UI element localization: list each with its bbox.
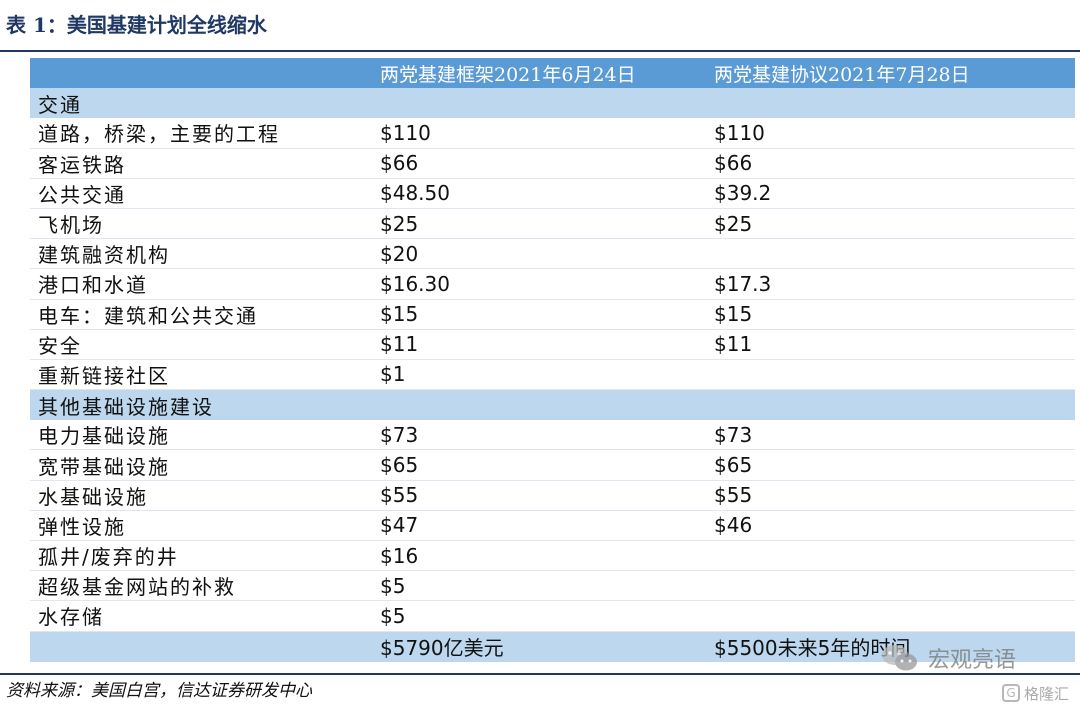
july-value-cell: $25 bbox=[714, 211, 753, 236]
june-value-cell: $25 bbox=[380, 211, 419, 236]
row-label-cell: 飞机场 bbox=[38, 213, 104, 238]
title-divider bbox=[0, 50, 1080, 52]
june-value-cell: $20 bbox=[380, 241, 419, 266]
table-row: 公共交通 $48.50 $39.2 bbox=[30, 179, 1075, 209]
july-value-cell: $73 bbox=[714, 422, 753, 447]
header-cell-july-agreement: 两党基建协议2021年7月28日 bbox=[714, 63, 970, 86]
section-row: 交通 bbox=[30, 88, 1075, 119]
july-value-cell: $46 bbox=[714, 513, 753, 538]
june-value-cell: $66 bbox=[380, 151, 419, 176]
table-row: 安全 $11 $11 bbox=[30, 330, 1075, 360]
july-value-cell bbox=[709, 601, 1075, 630]
july-value-cell: $39.2 bbox=[714, 181, 772, 206]
table-row: 弹性设施 $47 $46 bbox=[30, 511, 1075, 541]
june-value-cell bbox=[375, 88, 709, 118]
row-label-cell: 建筑融资机构 bbox=[38, 243, 170, 268]
june-value-cell: $65 bbox=[380, 453, 419, 478]
june-value-cell: $11 bbox=[380, 332, 419, 357]
table-row: 超级基金网站的补救 $5 bbox=[30, 571, 1075, 602]
july-value-cell bbox=[709, 571, 1075, 600]
header-cell-category bbox=[30, 58, 375, 88]
table-row: 道路，桥梁，主要的工程 $110 $110 bbox=[30, 118, 1075, 149]
row-label-cell: 道路，桥梁，主要的工程 bbox=[38, 122, 280, 147]
wechat-watermark-text: 宏观亮语 bbox=[928, 648, 1017, 673]
july-value-cell: $11 bbox=[714, 332, 753, 357]
table-row: 孤井/废弃的井 $16 bbox=[30, 541, 1075, 572]
table-row: 建筑融资机构 $20 bbox=[30, 239, 1075, 270]
july-value-cell bbox=[709, 88, 1075, 118]
row-label-cell bbox=[30, 632, 375, 662]
header-cell-june-framework: 两党基建框架2021年6月24日 bbox=[380, 63, 636, 86]
june-value-cell: $16 bbox=[380, 543, 419, 568]
row-label-cell: 电力基础设施 bbox=[38, 424, 170, 449]
row-label-cell: 港口和水道 bbox=[38, 273, 148, 298]
july-value-cell bbox=[709, 390, 1075, 420]
wechat-watermark: 宏观亮语 bbox=[880, 638, 1040, 678]
july-value-cell: $15 bbox=[714, 302, 753, 327]
july-value-cell bbox=[709, 541, 1075, 570]
gelonghui-watermark: G 格隆汇 bbox=[1002, 682, 1069, 704]
june-value-cell: $73 bbox=[380, 422, 419, 447]
july-value-cell: $55 bbox=[714, 483, 753, 508]
july-value-cell: $17.3 bbox=[714, 271, 772, 296]
infrastructure-table: 两党基建框架2021年6月24日 两党基建协议2021年7月28日 交通 道路，桥… bbox=[30, 58, 1075, 662]
july-value-cell: $110 bbox=[714, 120, 765, 145]
june-value-cell: $5 bbox=[380, 603, 406, 628]
row-label-cell: 宽带基础设施 bbox=[38, 454, 170, 479]
table-row: 水基础设施 $55 $55 bbox=[30, 481, 1075, 511]
june-value-cell bbox=[375, 390, 709, 420]
gelonghui-watermark-text: 格隆汇 bbox=[1024, 684, 1070, 703]
row-label-cell: 其他基础设施建设 bbox=[38, 394, 214, 419]
row-label-cell: 客运铁路 bbox=[38, 152, 126, 177]
table-row: 宽带基础设施 $65 $65 bbox=[30, 450, 1075, 481]
june-value-cell: $5790亿美元 bbox=[380, 636, 504, 661]
table-row: 水存储 $5 bbox=[30, 601, 1075, 632]
row-label-cell: 孤井/废弃的井 bbox=[38, 545, 179, 570]
table-title: 表 1：美国基建计划全线缩水 bbox=[6, 13, 267, 37]
june-value-cell: $110 bbox=[380, 120, 431, 145]
source-note: 资料来源：美国白宫，信达证券研发中心 bbox=[6, 681, 312, 701]
table-row: 电车：建筑和公共交通 $15 $15 bbox=[30, 300, 1075, 330]
row-label-cell: 安全 bbox=[38, 333, 82, 358]
june-value-cell: $5 bbox=[380, 573, 406, 598]
section-row: 其他基础设施建设 bbox=[30, 390, 1075, 421]
july-value-cell: $65 bbox=[714, 453, 753, 478]
table-row: 飞机场 $25 $25 bbox=[30, 209, 1075, 240]
row-label-cell: 弹性设施 bbox=[38, 514, 126, 539]
gelonghui-logo-icon: G bbox=[1002, 684, 1020, 702]
table-row: 港口和水道 $16.30 $17.3 bbox=[30, 269, 1075, 300]
june-value-cell: $47 bbox=[380, 513, 419, 538]
row-label-cell: 公共交通 bbox=[38, 182, 126, 207]
table-header-row: 两党基建框架2021年6月24日 两党基建协议2021年7月28日 bbox=[30, 58, 1075, 89]
july-value-cell: $66 bbox=[714, 151, 753, 176]
row-label-cell: 交通 bbox=[38, 92, 82, 117]
row-label-cell: 超级基金网站的补救 bbox=[38, 575, 236, 600]
june-value-cell: $16.30 bbox=[380, 271, 450, 296]
table-row: 电力基础设施 $73 $73 bbox=[30, 420, 1075, 451]
table-row: 客运铁路 $66 $66 bbox=[30, 149, 1075, 179]
july-value-cell bbox=[709, 360, 1075, 389]
row-label-cell: 水基础设施 bbox=[38, 484, 148, 509]
table-row: 重新链接社区 $1 bbox=[30, 360, 1075, 391]
june-value-cell: $48.50 bbox=[380, 181, 450, 206]
june-value-cell: $55 bbox=[380, 483, 419, 508]
wechat-icon bbox=[882, 645, 917, 671]
june-value-cell: $1 bbox=[380, 362, 406, 387]
row-label-cell: 重新链接社区 bbox=[38, 363, 170, 388]
june-value-cell: $15 bbox=[380, 302, 419, 327]
row-label-cell: 电车：建筑和公共交通 bbox=[38, 303, 258, 328]
july-value-cell bbox=[709, 239, 1075, 268]
table-body: 交通道路，桥梁，主要的工程 $110 $110 客运铁路 $66 $66 公共交通 $48.5… bbox=[30, 88, 1075, 662]
row-label-cell: 水存储 bbox=[38, 605, 104, 630]
